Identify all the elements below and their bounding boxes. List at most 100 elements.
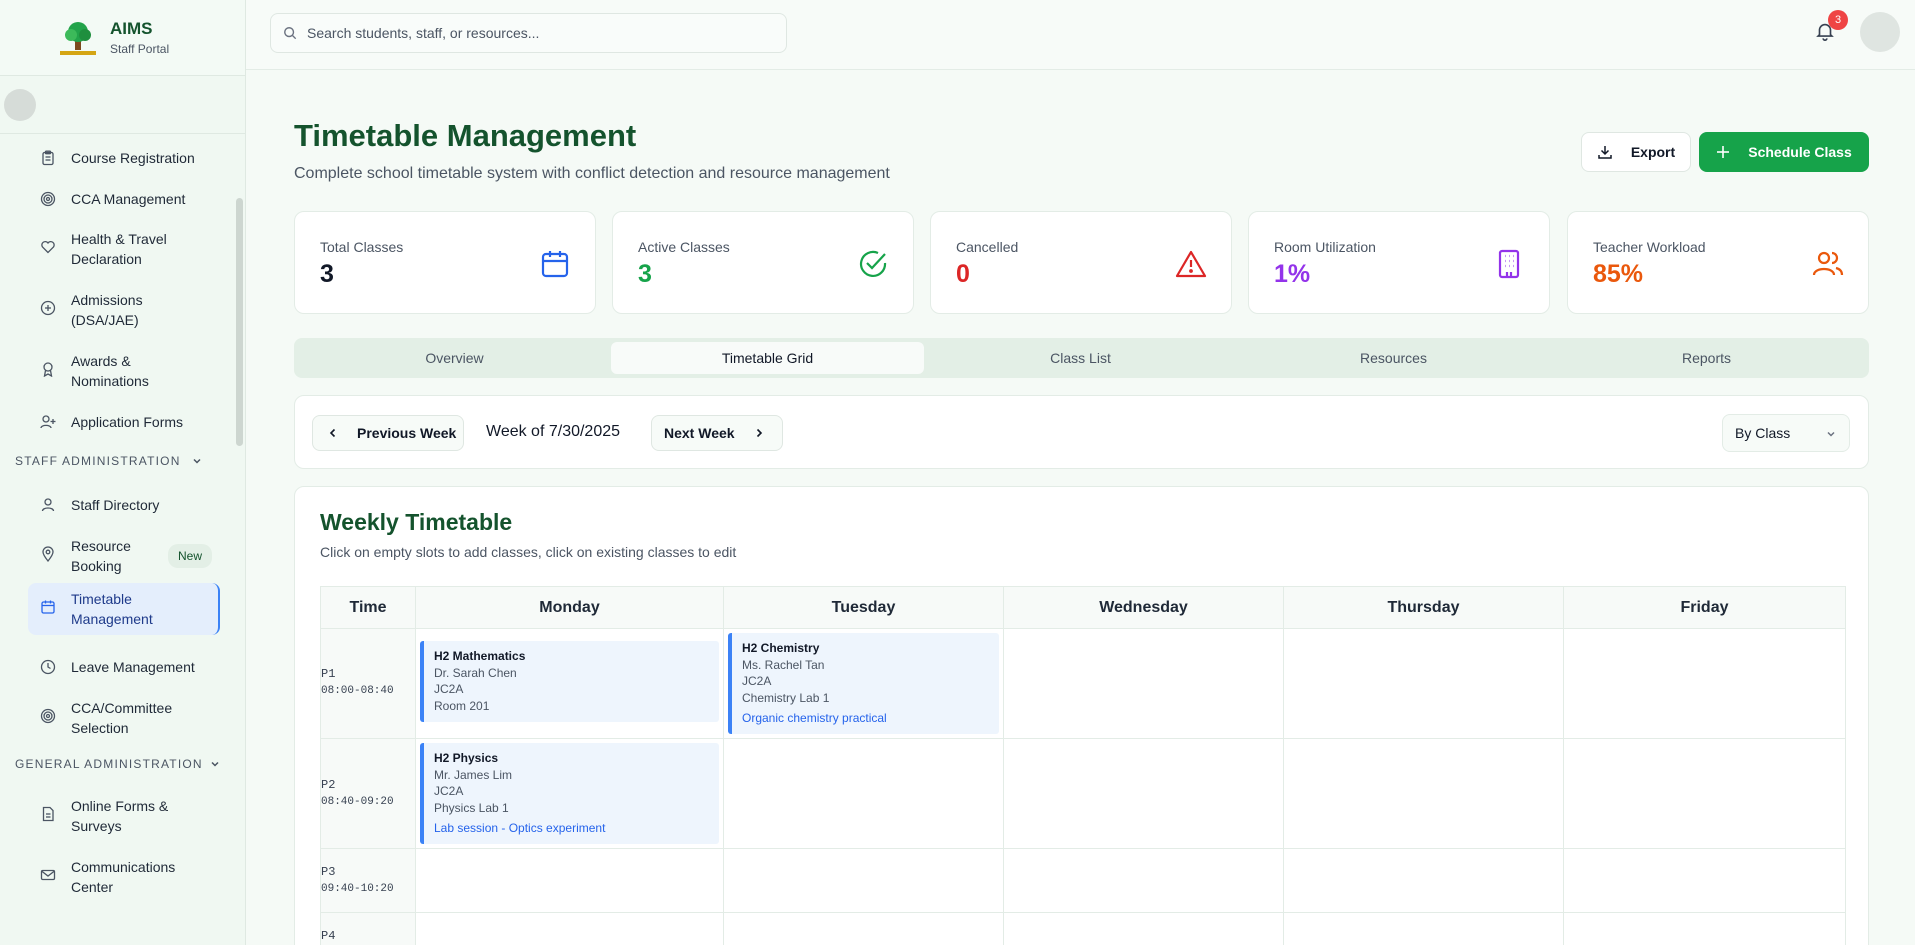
award-icon bbox=[43, 362, 53, 377]
schedule-label: Schedule Class bbox=[1748, 144, 1852, 160]
section-general-administration[interactable]: GENERAL ADMINISTRATION bbox=[15, 757, 221, 771]
mail-icon bbox=[40, 869, 56, 881]
file-icon bbox=[42, 806, 54, 822]
tab-class-list[interactable]: Class List bbox=[924, 342, 1237, 374]
alert-triangle-icon bbox=[1175, 250, 1207, 278]
slot-p1-monday[interactable]: H2 Mathematics Dr. Sarah Chen JC2A Room … bbox=[415, 628, 724, 739]
user-avatar[interactable] bbox=[4, 88, 36, 121]
stat-label: Room Utilization bbox=[1274, 239, 1376, 255]
sidebar-item-cca-committee[interactable]: CCA/Committee Selection bbox=[28, 692, 188, 744]
map-pin-icon bbox=[42, 546, 54, 562]
slot-p2-thursday[interactable] bbox=[1283, 738, 1564, 849]
slot-p2-friday[interactable] bbox=[1563, 738, 1846, 849]
sidebar-scrollbar[interactable] bbox=[236, 198, 243, 446]
sidebar-item-admissions[interactable]: Admissions (DSA/JAE) bbox=[28, 284, 188, 336]
brand-title: AIMS bbox=[110, 19, 153, 38]
plus-circle-icon bbox=[40, 300, 56, 316]
slot-p3-thursday[interactable] bbox=[1283, 848, 1564, 913]
export-button[interactable]: Export bbox=[1581, 132, 1691, 172]
view-mode-select[interactable]: By Class bbox=[1722, 414, 1850, 452]
slot-p4-wednesday[interactable] bbox=[1003, 912, 1284, 945]
chevron-right-icon bbox=[756, 428, 762, 438]
stat-value: 3 bbox=[638, 260, 652, 288]
class-block[interactable]: H2 Chemistry Ms. Rachel Tan JC2A Chemist… bbox=[728, 633, 999, 734]
sidebar-item-label: CCA Management bbox=[71, 191, 186, 207]
next-week-button[interactable]: Next Week bbox=[651, 415, 783, 451]
class-note: Lab session - Optics experiment bbox=[434, 821, 606, 835]
period-label: P3 bbox=[321, 865, 336, 879]
header-wednesday: Wednesday bbox=[1003, 586, 1284, 629]
timetable-grid: Time Monday Tuesday Wednesday Thursday F… bbox=[320, 586, 1846, 945]
sidebar-item-label: Health & Travel Declaration bbox=[71, 231, 167, 267]
target-icon bbox=[40, 191, 56, 207]
sidebar-item-resource-booking[interactable]: Resource Booking New bbox=[28, 530, 220, 582]
sidebar-item-label: Leave Management bbox=[71, 659, 195, 675]
search-icon bbox=[284, 27, 297, 40]
sidebar-item-staff-directory[interactable]: Staff Directory bbox=[28, 489, 220, 521]
class-subject: H2 Mathematics bbox=[434, 649, 526, 663]
table-row: P3 09:40-10:20 bbox=[320, 848, 1846, 913]
slot-p4-thursday[interactable] bbox=[1283, 912, 1564, 945]
period-time: 09:40-10:20 bbox=[321, 883, 394, 895]
slot-p4-friday[interactable] bbox=[1563, 912, 1846, 945]
tab-resources[interactable]: Resources bbox=[1237, 342, 1550, 374]
sidebar-item-label: Admissions (DSA/JAE) bbox=[71, 292, 143, 328]
search-input[interactable] bbox=[307, 25, 747, 41]
tab-overview[interactable]: Overview bbox=[298, 342, 611, 374]
sidebar-item-label: Awards & Nominations bbox=[71, 353, 149, 389]
user-row[interactable] bbox=[0, 76, 245, 134]
sidebar-item-course-registration[interactable]: Course Registration bbox=[28, 142, 220, 174]
slot-p1-tuesday[interactable]: H2 Chemistry Ms. Rachel Tan JC2A Chemist… bbox=[723, 628, 1004, 739]
slot-p1-friday[interactable] bbox=[1563, 628, 1846, 739]
heart-icon bbox=[41, 240, 55, 254]
stat-teacher-workload: Teacher Workload 85% bbox=[1567, 211, 1869, 314]
header-tuesday: Tuesday bbox=[723, 586, 1004, 629]
slot-p1-wednesday[interactable] bbox=[1003, 628, 1284, 739]
time-cell: P1 08:00-08:40 bbox=[320, 628, 416, 739]
sidebar: AIMS Staff Portal Course Registration CC… bbox=[0, 0, 246, 945]
check-circle-icon bbox=[859, 250, 887, 278]
class-block[interactable]: H2 Mathematics Dr. Sarah Chen JC2A Room … bbox=[420, 641, 719, 722]
sidebar-item-communications[interactable]: Communications Center bbox=[28, 851, 188, 903]
sidebar-item-cca-management[interactable]: CCA Management bbox=[28, 183, 220, 215]
timetable-subtitle: Click on empty slots to add classes, cli… bbox=[320, 544, 737, 560]
slot-p4-tuesday[interactable] bbox=[723, 912, 1004, 945]
time-cell: P3 09:40-10:20 bbox=[320, 848, 416, 913]
class-block[interactable]: H2 Physics Mr. James Lim JC2A Physics La… bbox=[420, 743, 719, 844]
stat-total-classes: Total Classes 3 bbox=[294, 211, 596, 314]
schedule-class-button[interactable]: Schedule Class bbox=[1699, 132, 1869, 172]
sidebar-item-application-forms[interactable]: Application Forms bbox=[28, 406, 220, 438]
tab-timetable-grid[interactable]: Timetable Grid bbox=[611, 342, 924, 374]
slot-p2-monday[interactable]: H2 Physics Mr. James Lim JC2A Physics La… bbox=[415, 738, 724, 849]
chevron-down-icon bbox=[1827, 431, 1835, 437]
sidebar-item-health-travel[interactable]: Health & Travel Declaration bbox=[28, 223, 193, 275]
page-subtitle: Complete school timetable system with co… bbox=[294, 165, 890, 182]
plus-icon bbox=[1717, 146, 1730, 158]
sidebar-item-awards[interactable]: Awards & Nominations bbox=[28, 345, 188, 397]
profile-avatar[interactable] bbox=[1860, 12, 1900, 52]
sidebar-item-label: Online Forms & Surveys bbox=[71, 798, 169, 834]
sidebar-item-timetable-management[interactable]: Timetable Management bbox=[28, 583, 220, 635]
slot-p2-wednesday[interactable] bbox=[1003, 738, 1284, 849]
target-icon bbox=[40, 708, 56, 724]
class-group: JC2A bbox=[434, 784, 464, 798]
slot-p3-friday[interactable] bbox=[1563, 848, 1846, 913]
previous-week-button[interactable]: Previous Week bbox=[312, 415, 464, 451]
tab-reports[interactable]: Reports bbox=[1550, 342, 1863, 374]
slot-p4-monday[interactable] bbox=[415, 912, 724, 945]
section-staff-administration[interactable]: STAFF ADMINISTRATION bbox=[15, 454, 203, 468]
slot-p3-monday[interactable] bbox=[415, 848, 724, 913]
search-box[interactable] bbox=[270, 13, 787, 53]
page-title: Timetable Management bbox=[294, 118, 637, 153]
users-icon bbox=[1812, 251, 1844, 276]
sidebar-item-online-forms[interactable]: Online Forms & Surveys bbox=[28, 790, 188, 842]
table-row: P4 bbox=[320, 912, 1846, 945]
sidebar-item-leave-management[interactable]: Leave Management bbox=[28, 651, 220, 683]
slot-p3-tuesday[interactable] bbox=[723, 848, 1004, 913]
slot-p2-tuesday[interactable] bbox=[723, 738, 1004, 849]
slot-p1-thursday[interactable] bbox=[1283, 628, 1564, 739]
week-label: Week of 7/30/2025 bbox=[486, 423, 621, 440]
user-plus-icon bbox=[40, 415, 56, 429]
slot-p3-wednesday[interactable] bbox=[1003, 848, 1284, 913]
sidebar-item-label: CCA/Committee Selection bbox=[71, 700, 173, 736]
